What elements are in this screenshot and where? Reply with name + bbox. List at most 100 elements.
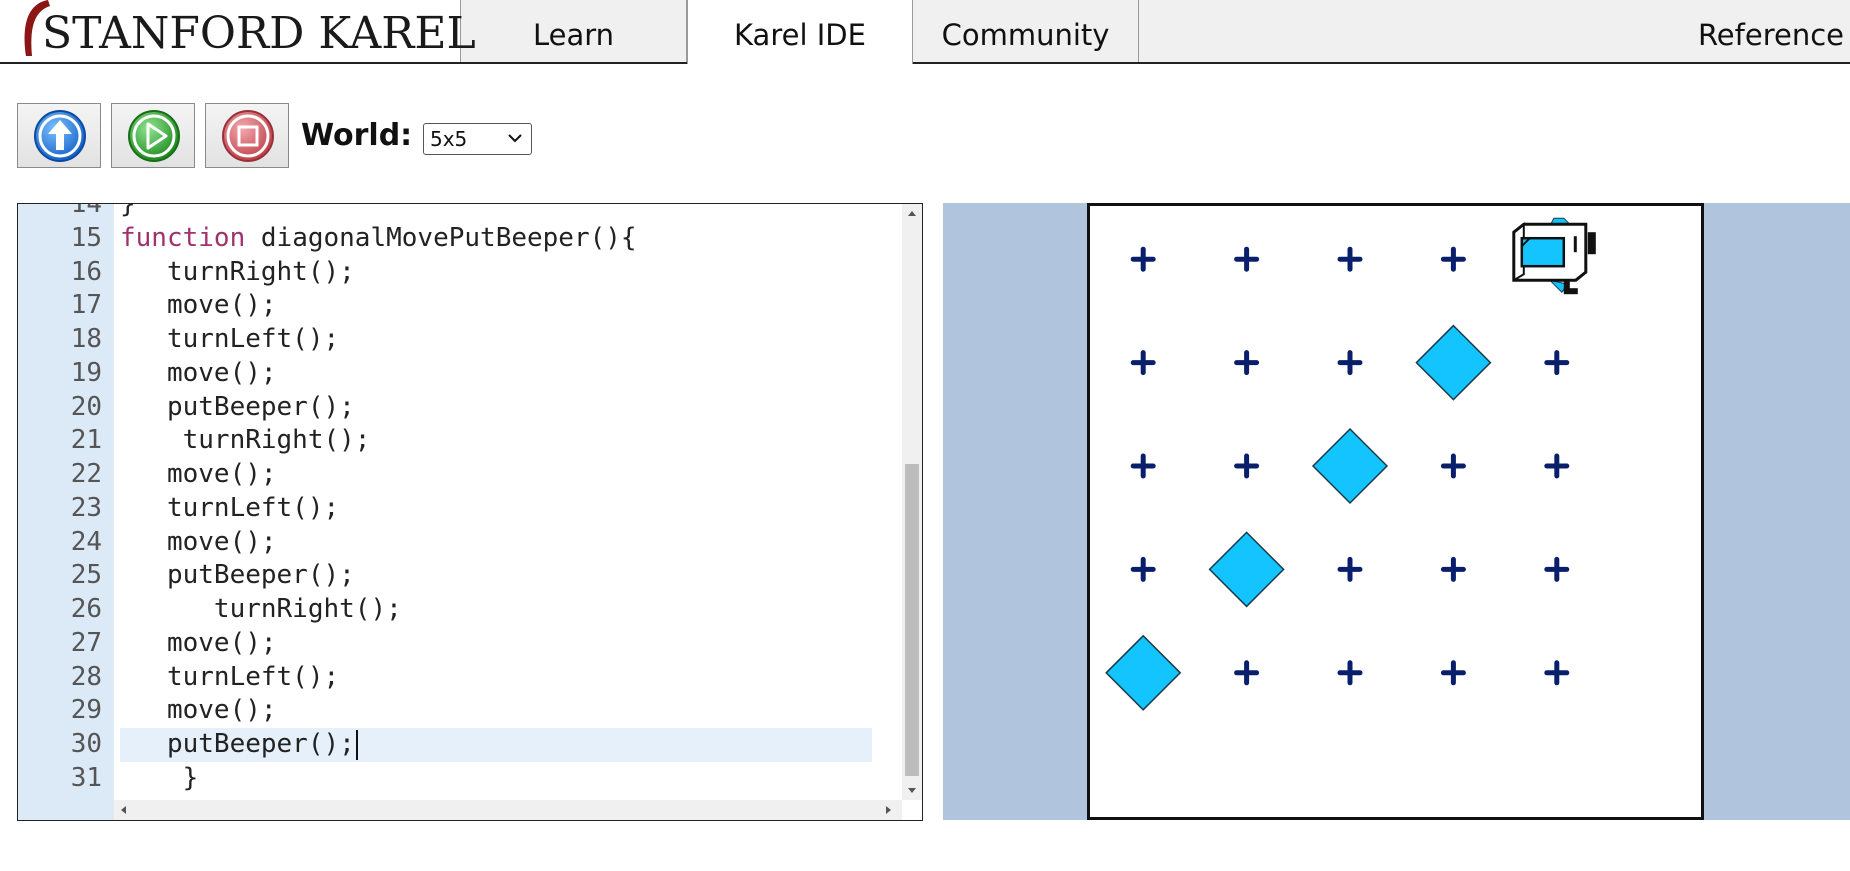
code-text[interactable]: turnRight(); <box>120 257 355 287</box>
line-number: 28 <box>18 661 102 695</box>
code-text[interactable]: putBeeper(); <box>120 729 355 759</box>
line-number: 18 <box>18 323 102 357</box>
tab-reference[interactable]: Reference <box>1650 0 1850 62</box>
line-number: 20 <box>18 391 102 425</box>
world-label: World: <box>301 116 412 156</box>
corner-marker-icon <box>1443 559 1463 579</box>
code-line[interactable]: 19 move(); <box>18 357 898 391</box>
line-number: 25 <box>18 559 102 593</box>
beeper-icon <box>1416 326 1490 400</box>
line-number: 21 <box>18 424 102 458</box>
line-number: 30 <box>18 728 102 762</box>
tab-karel-ide[interactable]: Karel IDE <box>687 0 913 64</box>
scroll-right-arrow-icon[interactable] <box>886 806 891 814</box>
code-text[interactable]: move(); <box>120 527 277 557</box>
line-number: 15 <box>18 222 102 256</box>
corner-marker-icon <box>1237 456 1257 476</box>
code-text[interactable]: move(); <box>120 358 277 388</box>
code-text[interactable]: turnRight(); <box>120 425 370 455</box>
corner-marker-icon <box>1547 353 1567 373</box>
tab-community[interactable]: Community <box>913 0 1139 62</box>
corner-marker-icon <box>1547 559 1567 579</box>
code-text[interactable]: move(); <box>120 695 277 725</box>
line-number: 16 <box>18 256 102 290</box>
line-number: 23 <box>18 492 102 526</box>
play-icon <box>126 107 182 163</box>
vertical-scrollbar[interactable] <box>902 204 922 800</box>
code-line[interactable]: 25 putBeeper(); <box>18 559 898 593</box>
stanford-karel-logo[interactable]: STANFORD KAREL <box>0 0 461 62</box>
run-button[interactable] <box>111 103 195 168</box>
code-line[interactable]: 14} <box>18 203 898 222</box>
code-line[interactable]: 20 putBeeper(); <box>18 391 898 425</box>
tab-learn[interactable]: Learn <box>461 0 687 62</box>
code-text[interactable]: } <box>120 763 198 793</box>
code-text[interactable]: putBeeper(); <box>120 392 355 422</box>
code-line[interactable]: 30 putBeeper(); <box>18 728 898 762</box>
scroll-up-arrow-icon[interactable] <box>908 211 916 216</box>
karel-world-board <box>1087 203 1704 820</box>
corner-marker-icon <box>1340 353 1360 373</box>
scroll-down-arrow-icon[interactable] <box>908 788 916 793</box>
code-text[interactable]: turnLeft(); <box>120 324 339 354</box>
line-number: 31 <box>18 762 102 796</box>
beeper-icon <box>1313 429 1387 503</box>
code-text[interactable]: putBeeper(); <box>120 560 355 590</box>
code-text[interactable]: move(); <box>120 459 277 489</box>
code-line[interactable]: 18 turnLeft(); <box>18 323 898 357</box>
corner-marker-icon <box>1133 249 1153 269</box>
code-line[interactable]: 27 move(); <box>18 627 898 661</box>
code-line[interactable]: 28 turnLeft(); <box>18 661 898 695</box>
code-text[interactable]: function diagonalMovePutBeeper(){ <box>120 223 637 253</box>
code-line[interactable]: 24 move(); <box>18 526 898 560</box>
line-number: 27 <box>18 627 102 661</box>
karel-robot-icon <box>1514 218 1596 294</box>
code-text[interactable]: turnLeft(); <box>120 662 339 692</box>
code-line[interactable]: 16 turnRight(); <box>18 256 898 290</box>
logo-text: STANFORD KAREL <box>42 6 476 62</box>
line-number: 14 <box>18 203 102 222</box>
code-text[interactable]: move(); <box>120 628 277 658</box>
code-line[interactable]: 26 turnRight(); <box>18 593 898 627</box>
code-text[interactable]: } <box>120 203 136 219</box>
code-line[interactable]: 17 move(); <box>18 289 898 323</box>
code-line[interactable]: 15 function diagonalMovePutBeeper(){ <box>18 222 898 256</box>
corner-marker-icon <box>1547 456 1567 476</box>
text-caret <box>356 730 358 760</box>
corner-marker-icon <box>1443 456 1463 476</box>
code-text[interactable]: move(); <box>120 290 277 320</box>
corner-marker-icon <box>1237 249 1257 269</box>
line-number: 29 <box>18 694 102 728</box>
upload-button[interactable] <box>17 103 101 168</box>
corner-marker-icon <box>1443 663 1463 683</box>
vertical-scroll-thumb[interactable] <box>905 464 919 776</box>
code-line[interactable]: 29 move(); <box>18 694 898 728</box>
code-line[interactable]: 23 turnLeft(); <box>18 492 898 526</box>
line-number: 24 <box>18 526 102 560</box>
line-number: 19 <box>18 357 102 391</box>
scroll-left-arrow-icon[interactable] <box>121 806 126 814</box>
stop-button[interactable] <box>205 103 289 168</box>
chevron-down-icon <box>507 132 523 144</box>
code-line[interactable]: 21 turnRight(); <box>18 424 898 458</box>
world-size-select[interactable]: 5x5 <box>423 123 532 155</box>
beeper-icon <box>1106 636 1180 710</box>
beeper-icon <box>1210 532 1284 606</box>
corner-marker-icon <box>1237 663 1257 683</box>
line-number: 26 <box>18 593 102 627</box>
line-number: 17 <box>18 289 102 323</box>
code-text[interactable]: turnRight(); <box>120 594 402 624</box>
code-text[interactable]: turnLeft(); <box>120 493 339 523</box>
code-lines[interactable]: 14}15function diagonalMovePutBeeper(){16… <box>18 203 898 796</box>
corner-marker-icon <box>1340 663 1360 683</box>
corner-marker-icon <box>1340 559 1360 579</box>
code-editor[interactable]: 14}15function diagonalMovePutBeeper(){16… <box>17 203 923 821</box>
code-line[interactable]: 31 } <box>18 762 898 796</box>
corner-marker-icon <box>1133 353 1153 373</box>
code-line[interactable]: 22 move(); <box>18 458 898 492</box>
world-grid <box>1090 206 1701 817</box>
stop-icon <box>220 107 276 163</box>
corner-marker-icon <box>1133 559 1153 579</box>
upload-arrow-icon <box>32 107 88 163</box>
horizontal-scrollbar[interactable] <box>114 800 902 820</box>
